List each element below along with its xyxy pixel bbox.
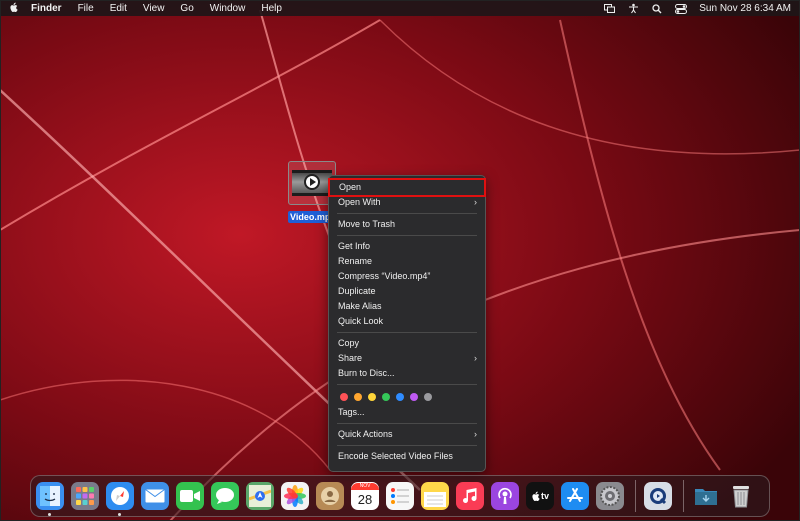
app-store-icon[interactable] <box>561 482 589 510</box>
menu-item-encode-video[interactable]: Encode Selected Video Files <box>329 449 485 464</box>
messages-icon[interactable] <box>211 482 239 510</box>
facetime-icon[interactable] <box>176 482 204 510</box>
calendar-month: NOV <box>351 482 379 490</box>
menu-separator <box>337 445 477 446</box>
context-menu: Open Open With › Move to Trash Get Info … <box>328 175 486 472</box>
menu-item-label: Rename <box>338 256 373 266</box>
chevron-right-icon: › <box>474 197 477 207</box>
maps-icon[interactable] <box>246 482 274 510</box>
apple-tv-icon[interactable]: tv <box>526 482 554 510</box>
menu-edit[interactable]: Edit <box>102 1 135 16</box>
menu-item-share[interactable]: Share › <box>329 351 485 366</box>
menu-item-compress[interactable]: Compress “Video.mp4” <box>329 269 485 284</box>
tag-colors <box>329 388 485 405</box>
control-center-icon[interactable] <box>675 3 688 14</box>
menu-item-open[interactable]: Open <box>328 178 486 197</box>
system-preferences-icon[interactable] <box>596 482 624 510</box>
menu-item-tags[interactable]: Tags... <box>329 405 485 420</box>
menu-separator <box>337 213 477 214</box>
menu-bar: Finder File Edit View Go Window Help Sun… <box>1 1 799 16</box>
tag-yellow[interactable] <box>368 392 376 401</box>
menu-item-copy[interactable]: Copy <box>329 336 485 351</box>
dock-divider <box>683 480 684 512</box>
calendar-icon[interactable]: NOV 28 <box>351 482 379 510</box>
play-icon <box>304 174 320 190</box>
menubar-clock[interactable]: Sun Nov 28 6:34 AM <box>699 3 791 14</box>
menu-item-quick-look[interactable]: Quick Look <box>329 314 485 329</box>
menu-item-label: Burn to Disc... <box>338 368 395 378</box>
menu-item-label: Open With <box>338 197 381 207</box>
running-indicator <box>48 513 51 516</box>
mail-icon[interactable] <box>141 482 169 510</box>
menu-item-make-alias[interactable]: Make Alias <box>329 299 485 314</box>
menu-help[interactable]: Help <box>253 1 290 16</box>
tag-blue[interactable] <box>396 392 404 401</box>
apple-tv-label: tv <box>540 491 549 501</box>
search-icon[interactable] <box>651 3 663 14</box>
menu-separator <box>337 235 477 236</box>
tag-red[interactable] <box>340 392 348 401</box>
tag-gray[interactable] <box>424 392 432 401</box>
running-indicator <box>118 513 121 516</box>
menu-item-label: Move to Trash <box>338 219 396 229</box>
menu-item-get-info[interactable]: Get Info <box>329 239 485 254</box>
video-thumbnail <box>292 170 332 196</box>
calendar-day: 28 <box>357 491 373 507</box>
menu-item-label: Quick Actions <box>338 429 393 439</box>
menu-item-label: Encode Selected Video Files <box>338 451 453 461</box>
menu-item-label: Copy <box>338 338 360 348</box>
dock-divider <box>635 480 636 512</box>
photos-icon[interactable] <box>281 482 309 510</box>
menu-app-name[interactable]: Finder <box>27 1 70 16</box>
tag-orange[interactable] <box>354 392 362 401</box>
chevron-right-icon: › <box>474 429 477 439</box>
menu-item-rename[interactable]: Rename <box>329 254 485 269</box>
menu-item-label: Get Info <box>338 241 371 251</box>
tag-green[interactable] <box>382 392 390 401</box>
menu-item-label: Quick Look <box>338 316 384 326</box>
notes-icon[interactable] <box>421 482 449 510</box>
menu-go[interactable]: Go <box>172 1 201 16</box>
menu-item-quick-actions[interactable]: Quick Actions › <box>329 427 485 442</box>
dock: NOV 28 tv <box>30 475 770 517</box>
menu-separator <box>337 332 477 333</box>
menu-item-label: Compress “Video.mp4” <box>338 271 431 281</box>
menu-item-label: Tags... <box>338 407 365 417</box>
podcasts-icon[interactable] <box>491 482 519 510</box>
menu-item-label: Open <box>339 182 362 192</box>
safari-icon[interactable] <box>106 482 134 516</box>
trash-icon[interactable] <box>727 482 755 510</box>
apple-logo-icon[interactable] <box>1 2 27 16</box>
menu-file[interactable]: File <box>70 1 102 16</box>
reminders-icon[interactable] <box>386 482 414 510</box>
menu-item-burn-to-disc[interactable]: Burn to Disc... <box>329 366 485 381</box>
menu-item-label: Duplicate <box>338 286 376 296</box>
menu-item-label: Make Alias <box>338 301 382 311</box>
quicktime-icon[interactable] <box>644 482 672 510</box>
finder-icon[interactable] <box>36 482 64 516</box>
accessibility-icon[interactable] <box>627 3 639 14</box>
contacts-icon[interactable] <box>316 482 344 510</box>
menu-item-duplicate[interactable]: Duplicate <box>329 284 485 299</box>
menu-item-label: Share <box>338 353 363 363</box>
downloads-folder-icon[interactable] <box>692 482 720 510</box>
menu-view[interactable]: View <box>135 1 173 16</box>
menu-item-open-with[interactable]: Open With › <box>329 195 485 210</box>
menu-separator <box>337 423 477 424</box>
menu-item-move-to-trash[interactable]: Move to Trash <box>329 217 485 232</box>
music-icon[interactable] <box>456 482 484 510</box>
screen-mirroring-icon[interactable] <box>603 4 615 14</box>
launchpad-icon[interactable] <box>71 482 99 510</box>
chevron-right-icon: › <box>474 353 477 363</box>
tag-purple[interactable] <box>410 392 418 401</box>
menu-window[interactable]: Window <box>202 1 254 16</box>
menu-separator <box>337 384 477 385</box>
